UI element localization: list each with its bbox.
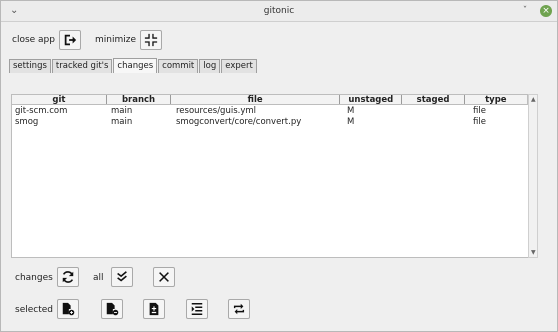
double-check-icon <box>117 271 127 282</box>
table-row[interactable]: smog main smogconvert/core/convert.py M … <box>13 117 536 128</box>
column-header-file[interactable]: file <box>171 95 341 104</box>
table-body: git-scm.com main resources/guis.yml M fi… <box>13 106 536 128</box>
refresh-button[interactable] <box>57 267 79 287</box>
column-header-staged[interactable]: staged <box>402 95 465 104</box>
close-app-label: close app <box>12 35 55 45</box>
column-header-branch[interactable]: branch <box>107 95 172 104</box>
exit-icon <box>64 34 77 46</box>
changes-label: changes <box>15 273 53 283</box>
tab-settings[interactable]: settings <box>9 59 51 73</box>
compress-icon <box>144 33 158 47</box>
cell-file: smogconvert/core/convert.py <box>176 117 302 127</box>
all-label: all <box>93 273 104 283</box>
cell-staged <box>408 117 471 128</box>
cell-unstaged: M <box>347 117 355 127</box>
close-app-button[interactable] <box>59 30 81 50</box>
cell-branch: main <box>111 117 133 127</box>
cell-git: git-scm.com <box>15 106 68 116</box>
add-file-button[interactable] <box>57 299 79 319</box>
cell-unstaged: M <box>347 106 355 116</box>
indent-button[interactable] <box>186 299 208 319</box>
refresh-icon <box>62 271 74 283</box>
column-header-type[interactable]: type <box>465 95 527 104</box>
clear-selection-button[interactable] <box>153 267 175 287</box>
cell-file: resources/guis.yml <box>176 106 257 116</box>
tab-log[interactable]: log <box>199 59 221 73</box>
tab-tracked-gits[interactable]: tracked git's <box>51 59 113 73</box>
title-bar: ⌄ gitonic ˇ × <box>1 1 557 22</box>
file-add-icon <box>62 302 75 316</box>
table-row[interactable]: git-scm.com main resources/guis.yml M fi… <box>13 106 536 117</box>
window-title: gitonic <box>263 6 295 16</box>
selected-label: selected <box>15 305 53 315</box>
file-diff-icon <box>149 302 159 316</box>
tab-expert[interactable]: expert <box>221 59 257 73</box>
select-all-button[interactable] <box>111 267 133 287</box>
indent-icon <box>191 303 203 315</box>
column-header-git[interactable]: git <box>12 95 107 104</box>
app-window: ⌄ gitonic ˇ × close app minimize setting… <box>0 0 558 332</box>
diff-file-button[interactable] <box>143 299 165 319</box>
table-scrollbar[interactable]: ▲ ▼ <box>528 94 538 258</box>
sync-button[interactable] <box>228 299 250 319</box>
minimize-button[interactable] <box>140 30 162 50</box>
scroll-up-icon[interactable]: ▲ <box>531 96 536 103</box>
minimize-label: minimize <box>95 35 137 45</box>
remove-file-button[interactable] <box>101 299 123 319</box>
cell-type: file <box>473 106 486 116</box>
cell-branch: main <box>111 106 133 116</box>
close-x-icon <box>159 272 169 282</box>
tab-bar: settings tracked git's changes commit lo… <box>9 58 258 73</box>
scroll-down-icon[interactable]: ▼ <box>531 249 536 256</box>
tab-changes[interactable]: changes <box>113 58 158 73</box>
file-remove-icon <box>106 302 119 316</box>
cell-git: smog <box>15 117 39 127</box>
window-maximize-button[interactable] <box>522 5 534 17</box>
sync-icon <box>233 303 245 315</box>
table-header: git branch file unstaged staged type <box>11 94 528 105</box>
cell-type: file <box>473 117 486 127</box>
tab-commit[interactable]: commit <box>158 59 199 73</box>
cell-staged <box>408 106 471 117</box>
window-close-button[interactable]: × <box>540 5 552 17</box>
column-header-unstaged[interactable]: unstaged <box>340 95 403 104</box>
